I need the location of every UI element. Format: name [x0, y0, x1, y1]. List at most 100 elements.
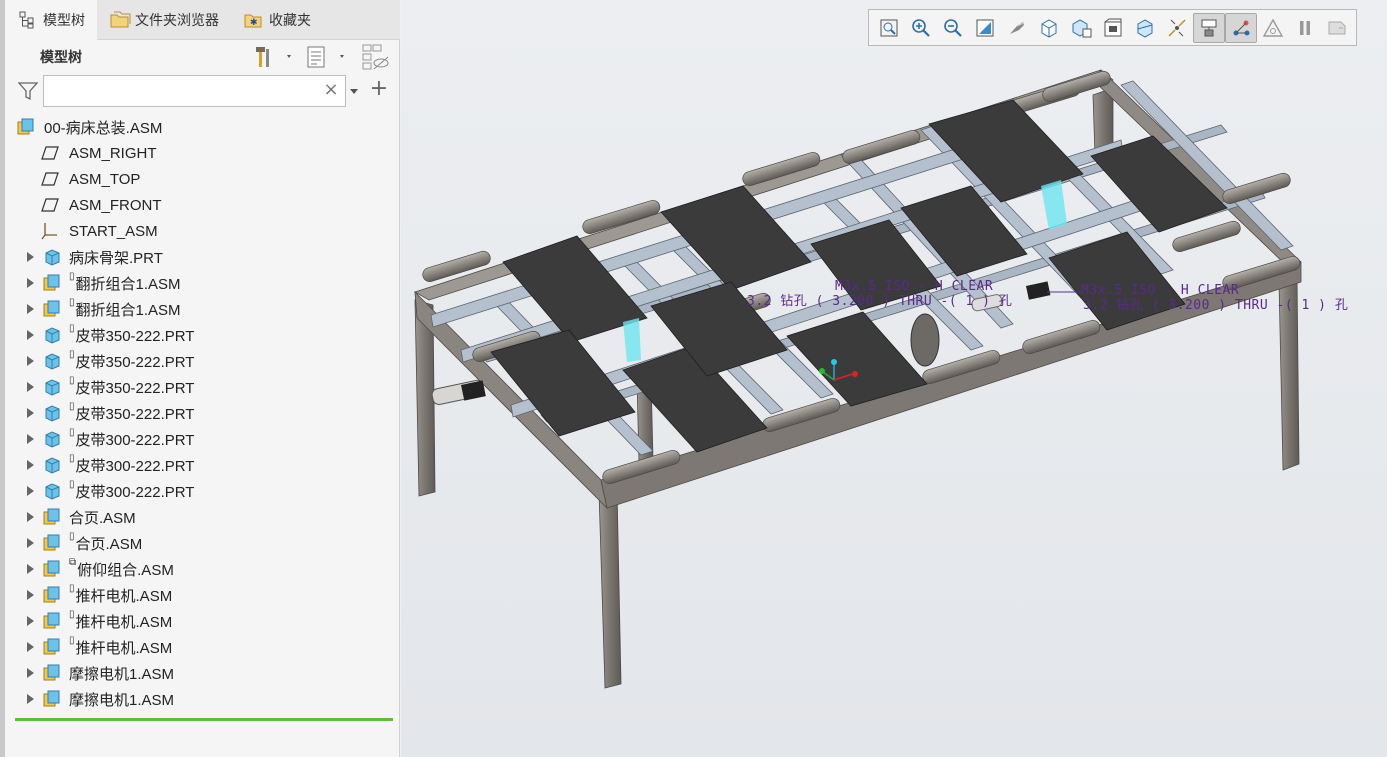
- tree-item[interactable]: ▯合页.ASM: [5, 530, 400, 556]
- repaint-button[interactable]: [969, 13, 1001, 43]
- tree-item[interactable]: ⧉俯仰组合.ASM: [5, 556, 400, 582]
- expand-arrow-icon[interactable]: [25, 589, 35, 601]
- tab-folder-browser[interactable]: 文件夹浏览器: [97, 0, 231, 40]
- section-view-button[interactable]: [1129, 13, 1161, 43]
- perspective-view-button[interactable]: [1097, 13, 1129, 43]
- tree-item[interactable]: ▯皮带300-222.PRT: [5, 452, 400, 478]
- tree-item[interactable]: ▯推杆电机.ASM: [5, 582, 400, 608]
- svg-text:✱: ✱: [250, 18, 258, 28]
- status-flag: ▯: [69, 530, 75, 542]
- expand-arrow-icon[interactable]: [25, 641, 35, 653]
- tree-item[interactable]: ▯推杆电机.ASM: [5, 634, 400, 660]
- creo-app-window: 模型树 文件夹浏览器 ✱ 收藏夹 模型树 × + 00-病床总装.ASM ASM…: [0, 0, 1387, 757]
- tab-label: 模型树: [43, 12, 85, 29]
- filter-icon[interactable]: [17, 81, 39, 101]
- spin-center-button[interactable]: [1225, 12, 1257, 43]
- tree-item[interactable]: 摩擦电机1.ASM: [5, 686, 400, 712]
- tree-item-text: 摩擦电机1.ASM: [69, 691, 175, 709]
- tree-item-text: ASM_TOP: [69, 170, 141, 188]
- expand-arrow-icon[interactable]: [25, 303, 35, 315]
- tree-item[interactable]: START_ASM: [5, 218, 400, 244]
- part-icon: [43, 378, 61, 396]
- zoom-in-button[interactable]: [905, 13, 937, 43]
- datum-display-button[interactable]: [1161, 13, 1193, 43]
- tree-item-label: ▯皮带300-222.PRT: [69, 426, 194, 450]
- assembly-icon: [43, 560, 61, 578]
- tree-item-label: ▯合页.ASM: [69, 530, 142, 554]
- next-button[interactable]: [1321, 13, 1353, 43]
- zoom-out-button[interactable]: [937, 13, 969, 43]
- part-icon: [43, 352, 61, 370]
- assembly-icon: [43, 300, 61, 318]
- tree-item[interactable]: ▯皮带300-222.PRT: [5, 478, 400, 504]
- expand-arrow-icon[interactable]: [25, 537, 35, 549]
- tree-item-label: ▯皮带300-222.PRT: [69, 453, 194, 476]
- tab-label: 文件夹浏览器: [135, 13, 219, 29]
- status-flag: ▯: [69, 426, 75, 438]
- annotation-display-button[interactable]: [1193, 12, 1225, 43]
- expand-arrow-icon[interactable]: [25, 251, 35, 263]
- saved-orientations-button[interactable]: [1033, 13, 1065, 43]
- tree-item[interactable]: 合页.ASM: [5, 504, 400, 530]
- assembly-icon: [43, 638, 61, 656]
- tree-item[interactable]: ▯皮带350-222.PRT: [5, 322, 400, 348]
- section-view-icon: [1137, 18, 1153, 38]
- tree-item[interactable]: ▯翻折组合1.ASM: [5, 270, 400, 296]
- tree-item[interactable]: ▯推杆电机.ASM: [5, 608, 400, 634]
- tree-item[interactable]: ▯皮带350-222.PRT: [5, 374, 400, 400]
- pause-icon: [1300, 20, 1310, 35]
- tree-item[interactable]: 00-病床总装.ASM: [5, 114, 400, 140]
- clear-icon[interactable]: ×: [321, 80, 341, 100]
- tree-item[interactable]: ▯翻折组合1.ASM: [5, 296, 400, 322]
- expand-arrow-icon[interactable]: [25, 407, 35, 419]
- tree-item-text: 皮带350-222.PRT: [75, 379, 195, 397]
- expand-arrow-icon[interactable]: [25, 277, 35, 289]
- tree-item-label: 摩擦电机1.ASM: [69, 689, 174, 710]
- tree-item[interactable]: ASM_RIGHT: [5, 140, 400, 166]
- tree-search-input[interactable]: [43, 75, 346, 107]
- tree-item[interactable]: ▯皮带350-222.PRT: [5, 348, 400, 374]
- tree-item[interactable]: 摩擦电机1.ASM: [5, 660, 400, 686]
- hole-annotation-2[interactable]: M3x.5 ISO - H CLEAR 3.2 钻孔 ( 3.200 ) THR…: [1047, 283, 1348, 313]
- expand-arrow-icon[interactable]: [25, 355, 35, 367]
- tree-item-label: ▯推杆电机.ASM: [69, 583, 172, 606]
- tab-model-tree[interactable]: 模型树: [5, 0, 97, 41]
- assembly-icon: [17, 118, 35, 136]
- hole-annotation-1[interactable]: M3x.5 ISO - H CLEAR 3.2 钻孔 ( 3.200 ) THR…: [747, 279, 1012, 309]
- tree-item[interactable]: ▯皮带350-222.PRT: [5, 400, 400, 426]
- bed-3d-model[interactable]: M3x.5 ISO - H CLEAR 3.2 钻孔 ( 3.200 ) THR…: [401, 0, 1387, 757]
- expand-arrow-icon[interactable]: [25, 459, 35, 471]
- display-style-button[interactable]: [1001, 13, 1033, 43]
- expand-arrow-icon[interactable]: [25, 381, 35, 393]
- status-flag: ▯: [69, 374, 75, 386]
- tree-item[interactable]: 病床骨架.PRT: [5, 244, 400, 270]
- add-icon[interactable]: +: [369, 78, 389, 102]
- pause-button[interactable]: [1289, 13, 1321, 43]
- expand-arrow-icon[interactable]: [25, 433, 35, 445]
- tree-item-text: 推杆电机.ASM: [75, 613, 173, 631]
- chevron-down-icon[interactable]: [347, 82, 361, 100]
- assembly-icon: [43, 664, 61, 682]
- expand-arrow-icon[interactable]: [25, 693, 35, 705]
- status-flag: ▯: [69, 478, 75, 490]
- annotation-text: M3x.5 ISO - H CLEAR: [1081, 283, 1239, 298]
- appearance-button[interactable]: [1257, 13, 1289, 43]
- tree-item-label: ▯皮带350-222.PRT: [69, 374, 195, 398]
- expand-arrow-icon[interactable]: [25, 667, 35, 679]
- tree-item[interactable]: ASM_FRONT: [5, 192, 400, 218]
- tree-show-button[interactable]: [305, 44, 349, 70]
- tree-columns-button[interactable]: [361, 44, 391, 70]
- tree-settings-button[interactable]: [253, 44, 293, 70]
- tree-item[interactable]: ▯皮带300-222.PRT: [5, 426, 400, 452]
- refit-button[interactable]: [873, 13, 905, 43]
- view-manager-button[interactable]: [1065, 13, 1097, 43]
- expand-arrow-icon[interactable]: [25, 511, 35, 523]
- tree-item[interactable]: ASM_TOP: [5, 166, 400, 192]
- expand-arrow-icon[interactable]: [25, 615, 35, 627]
- expand-arrow-icon[interactable]: [25, 329, 35, 341]
- expand-arrow-icon[interactable]: [25, 563, 35, 575]
- tree-item-text: ASM_RIGHT: [69, 144, 157, 162]
- assembly-icon: [43, 534, 61, 552]
- tab-favorites[interactable]: ✱ 收藏夹: [231, 0, 323, 40]
- expand-arrow-icon[interactable]: [25, 485, 35, 497]
